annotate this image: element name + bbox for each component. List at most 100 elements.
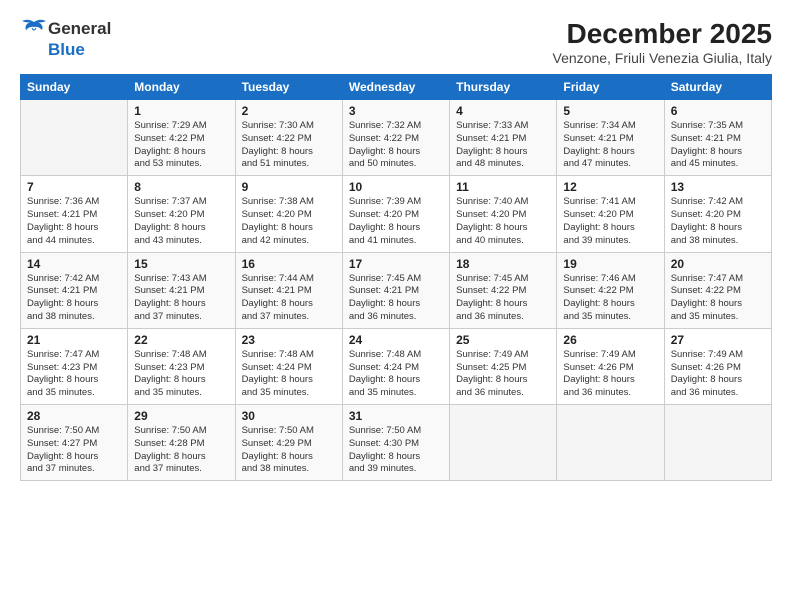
day-number: 5	[563, 104, 657, 118]
day-number: 27	[671, 333, 765, 347]
calendar-cell: 9Sunrise: 7:38 AM Sunset: 4:20 PM Daylig…	[235, 176, 342, 252]
calendar-cell: 27 Sunrise: 7:49 AM Sunset: 4:26 PM Dayli…	[664, 328, 771, 404]
calendar-cell: 16 Sunrise: 7:44 AM Sunset: 4:21 PM Dayli…	[235, 252, 342, 328]
calendar-cell: 17 Sunrise: 7:45 AM Sunset: 4:21 PM Dayli…	[342, 252, 449, 328]
day-details: Sunrise: 7:44 AM Sunset: 4:21 PM Dayligh…	[242, 273, 336, 324]
day-number: 11	[456, 180, 550, 194]
calendar-week-3: 14 Sunrise: 7:42 AM Sunset: 4:21 PM Dayli…	[21, 252, 772, 328]
day-number: 22	[134, 333, 228, 347]
calendar-cell: 22 Sunrise: 7:48 AM Sunset: 4:23 PM Dayli…	[128, 328, 235, 404]
day-details: Sunrise: 7:49 AM Sunset: 4:26 PM Dayligh…	[671, 349, 765, 400]
logo-bird-icon	[20, 18, 48, 40]
day-number: 19	[563, 257, 657, 271]
calendar-week-4: 21 Sunrise: 7:47 AM Sunset: 4:23 PM Dayli…	[21, 328, 772, 404]
day-header-friday: Friday	[557, 75, 664, 100]
calendar-cell: 12 Sunrise: 7:41 AM Sunset: 4:20 PM Dayli…	[557, 176, 664, 252]
calendar-cell	[21, 100, 128, 176]
day-number: 30	[242, 409, 336, 423]
day-details: Sunrise: 7:42 AM Sunset: 4:20 PM Dayligh…	[671, 196, 765, 247]
day-details: Sunrise: 7:38 AM Sunset: 4:20 PM Dayligh…	[242, 196, 336, 247]
calendar-table: SundayMondayTuesdayWednesdayThursdayFrid…	[20, 74, 772, 481]
calendar-cell	[557, 405, 664, 481]
day-details: Sunrise: 7:48 AM Sunset: 4:24 PM Dayligh…	[242, 349, 336, 400]
logo-blue: Blue	[48, 40, 85, 60]
header: General Blue December 2025 Venzone, Friu…	[20, 18, 772, 66]
day-details: Sunrise: 7:42 AM Sunset: 4:21 PM Dayligh…	[27, 273, 121, 324]
day-details: Sunrise: 7:47 AM Sunset: 4:22 PM Dayligh…	[671, 273, 765, 324]
day-details: Sunrise: 7:29 AM Sunset: 4:22 PM Dayligh…	[134, 120, 228, 171]
calendar-cell: 26 Sunrise: 7:49 AM Sunset: 4:26 PM Dayli…	[557, 328, 664, 404]
day-number: 3	[349, 104, 443, 118]
day-number: 16	[242, 257, 336, 271]
calendar-cell: 24Sunrise: 7:48 AM Sunset: 4:24 PM Dayli…	[342, 328, 449, 404]
day-number: 21	[27, 333, 121, 347]
day-details: Sunrise: 7:50 AM Sunset: 4:27 PM Dayligh…	[27, 425, 121, 476]
calendar-cell: 19 Sunrise: 7:46 AM Sunset: 4:22 PM Dayli…	[557, 252, 664, 328]
calendar-cell: 30Sunrise: 7:50 AM Sunset: 4:29 PM Dayli…	[235, 405, 342, 481]
day-header-sunday: Sunday	[21, 75, 128, 100]
calendar-cell	[450, 405, 557, 481]
day-details: Sunrise: 7:50 AM Sunset: 4:30 PM Dayligh…	[349, 425, 443, 476]
day-number: 29	[134, 409, 228, 423]
day-number: 18	[456, 257, 550, 271]
calendar-cell: 31 Sunrise: 7:50 AM Sunset: 4:30 PM Dayli…	[342, 405, 449, 481]
calendar-cell: 11 Sunrise: 7:40 AM Sunset: 4:20 PM Dayli…	[450, 176, 557, 252]
calendar-cell	[664, 405, 771, 481]
day-details: Sunrise: 7:33 AM Sunset: 4:21 PM Dayligh…	[456, 120, 550, 171]
day-number: 6	[671, 104, 765, 118]
day-number: 1	[134, 104, 228, 118]
calendar-week-2: 7 Sunrise: 7:36 AM Sunset: 4:21 PM Daylig…	[21, 176, 772, 252]
calendar-cell: 3 Sunrise: 7:32 AM Sunset: 4:22 PM Daylig…	[342, 100, 449, 176]
day-header-tuesday: Tuesday	[235, 75, 342, 100]
day-details: Sunrise: 7:48 AM Sunset: 4:23 PM Dayligh…	[134, 349, 228, 400]
calendar-cell: 2Sunrise: 7:30 AM Sunset: 4:22 PM Daylig…	[235, 100, 342, 176]
calendar-cell: 1 Sunrise: 7:29 AM Sunset: 4:22 PM Daylig…	[128, 100, 235, 176]
day-number: 23	[242, 333, 336, 347]
day-details: Sunrise: 7:40 AM Sunset: 4:20 PM Dayligh…	[456, 196, 550, 247]
day-details: Sunrise: 7:30 AM Sunset: 4:22 PM Dayligh…	[242, 120, 336, 171]
calendar-cell: 28Sunrise: 7:50 AM Sunset: 4:27 PM Dayli…	[21, 405, 128, 481]
day-number: 15	[134, 257, 228, 271]
day-details: Sunrise: 7:46 AM Sunset: 4:22 PM Dayligh…	[563, 273, 657, 324]
logo: General Blue	[20, 18, 111, 60]
day-number: 26	[563, 333, 657, 347]
day-number: 20	[671, 257, 765, 271]
day-number: 12	[563, 180, 657, 194]
day-details: Sunrise: 7:35 AM Sunset: 4:21 PM Dayligh…	[671, 120, 765, 171]
calendar-cell: 15 Sunrise: 7:43 AM Sunset: 4:21 PM Dayli…	[128, 252, 235, 328]
day-number: 13	[671, 180, 765, 194]
day-header-wednesday: Wednesday	[342, 75, 449, 100]
day-number: 25	[456, 333, 550, 347]
day-number: 4	[456, 104, 550, 118]
calendar-header-row: SundayMondayTuesdayWednesdayThursdayFrid…	[21, 75, 772, 100]
calendar-cell: 29Sunrise: 7:50 AM Sunset: 4:28 PM Dayli…	[128, 405, 235, 481]
day-details: Sunrise: 7:36 AM Sunset: 4:21 PM Dayligh…	[27, 196, 121, 247]
calendar-week-5: 28Sunrise: 7:50 AM Sunset: 4:27 PM Dayli…	[21, 405, 772, 481]
calendar-cell: 18 Sunrise: 7:45 AM Sunset: 4:22 PM Dayli…	[450, 252, 557, 328]
calendar-cell: 7 Sunrise: 7:36 AM Sunset: 4:21 PM Daylig…	[21, 176, 128, 252]
logo-general: General	[48, 19, 111, 39]
day-details: Sunrise: 7:45 AM Sunset: 4:22 PM Dayligh…	[456, 273, 550, 324]
calendar-title: December 2025	[553, 18, 772, 50]
day-details: Sunrise: 7:41 AM Sunset: 4:20 PM Dayligh…	[563, 196, 657, 247]
day-details: Sunrise: 7:43 AM Sunset: 4:21 PM Dayligh…	[134, 273, 228, 324]
day-details: Sunrise: 7:32 AM Sunset: 4:22 PM Dayligh…	[349, 120, 443, 171]
calendar-cell: 14 Sunrise: 7:42 AM Sunset: 4:21 PM Dayli…	[21, 252, 128, 328]
calendar-cell: 23 Sunrise: 7:48 AM Sunset: 4:24 PM Dayli…	[235, 328, 342, 404]
day-number: 14	[27, 257, 121, 271]
day-details: Sunrise: 7:45 AM Sunset: 4:21 PM Dayligh…	[349, 273, 443, 324]
calendar-cell: 8Sunrise: 7:37 AM Sunset: 4:20 PM Daylig…	[128, 176, 235, 252]
day-number: 17	[349, 257, 443, 271]
day-number: 24	[349, 333, 443, 347]
day-details: Sunrise: 7:47 AM Sunset: 4:23 PM Dayligh…	[27, 349, 121, 400]
day-number: 10	[349, 180, 443, 194]
day-details: Sunrise: 7:49 AM Sunset: 4:25 PM Dayligh…	[456, 349, 550, 400]
day-header-saturday: Saturday	[664, 75, 771, 100]
day-number: 31	[349, 409, 443, 423]
calendar-cell: 20 Sunrise: 7:47 AM Sunset: 4:22 PM Dayli…	[664, 252, 771, 328]
day-header-thursday: Thursday	[450, 75, 557, 100]
day-details: Sunrise: 7:39 AM Sunset: 4:20 PM Dayligh…	[349, 196, 443, 247]
day-number: 7	[27, 180, 121, 194]
title-block: December 2025 Venzone, Friuli Venezia Gi…	[553, 18, 772, 66]
day-details: Sunrise: 7:49 AM Sunset: 4:26 PM Dayligh…	[563, 349, 657, 400]
